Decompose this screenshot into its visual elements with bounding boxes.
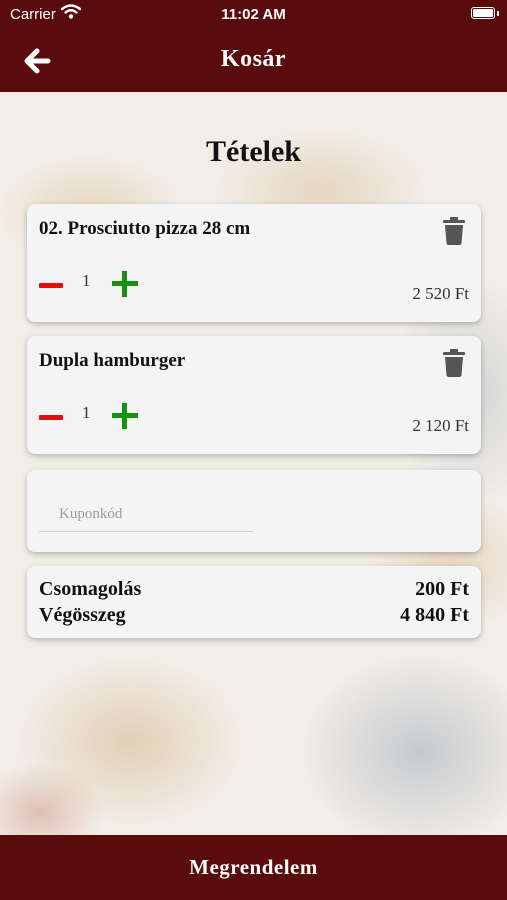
battery-tip bbox=[497, 11, 499, 16]
trash-icon[interactable] bbox=[443, 349, 465, 377]
total-row: Végösszeg 4 840 Ft bbox=[39, 604, 469, 627]
decrease-quantity-button[interactable] bbox=[39, 274, 65, 298]
item-price: 2 120 Ft bbox=[412, 416, 469, 435]
nav-bar: Kosár bbox=[0, 30, 507, 92]
packaging-value: 200 Ft bbox=[415, 578, 469, 600]
item-name: Dupla hamburger bbox=[39, 350, 186, 371]
items-heading: Tételek bbox=[206, 135, 301, 168]
coupon-card bbox=[27, 470, 481, 552]
trash-icon[interactable] bbox=[443, 217, 465, 245]
status-bar: Carrier 11:02 AM bbox=[0, 0, 507, 30]
item-name: 02. Prosciutto pizza 28 cm bbox=[39, 218, 251, 239]
order-button[interactable]: Megrendelem bbox=[0, 835, 507, 900]
packaging-label: Csomagolás bbox=[39, 578, 142, 600]
decrease-quantity-button[interactable] bbox=[39, 406, 65, 430]
battery-icon bbox=[471, 7, 495, 19]
total-label: Végösszeg bbox=[39, 604, 126, 626]
summary-card: Csomagolás 200 Ft Végösszeg 4 840 Ft bbox=[27, 566, 481, 638]
total-value: 4 840 Ft bbox=[400, 604, 469, 626]
cart-item-card: 02. Prosciutto pizza 28 cm 1 2 520 Ft bbox=[27, 204, 481, 322]
increase-quantity-button[interactable] bbox=[112, 271, 138, 297]
cart-item-card: Dupla hamburger 1 2 120 Ft bbox=[27, 336, 481, 454]
increase-quantity-button[interactable] bbox=[112, 403, 138, 429]
order-button-label: Megrendelem bbox=[189, 855, 318, 879]
item-quantity: 1 bbox=[82, 271, 91, 290]
item-price: 2 520 Ft bbox=[412, 284, 469, 303]
item-quantity: 1 bbox=[82, 403, 91, 422]
status-time: 11:02 AM bbox=[221, 6, 286, 23]
page-title: Kosár bbox=[220, 46, 287, 72]
packaging-row: Csomagolás 200 Ft bbox=[39, 578, 469, 601]
coupon-code-input[interactable] bbox=[39, 498, 253, 532]
